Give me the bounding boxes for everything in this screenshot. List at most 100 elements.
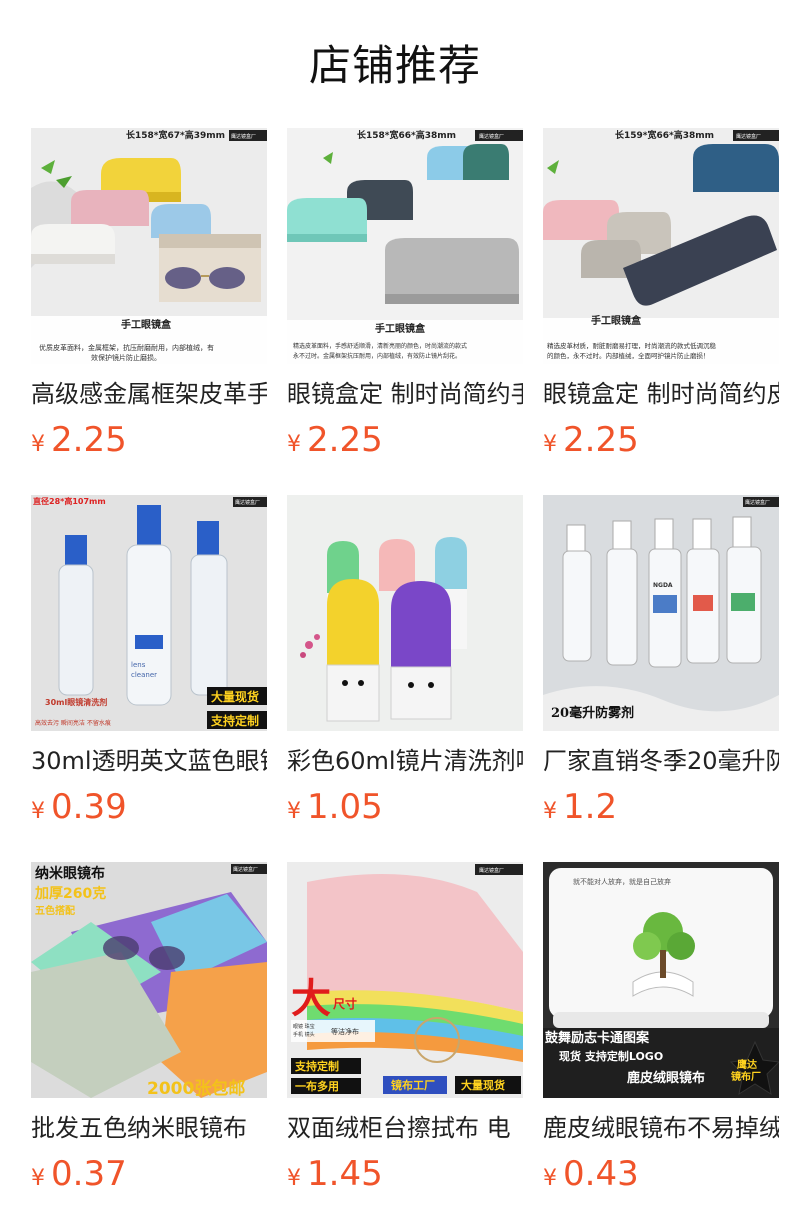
svg-text:手工眼镜盒: 手工眼镜盒: [121, 318, 172, 331]
product-name[interactable]: 厂家直销冬季20毫升防雾剂: [543, 743, 779, 779]
svg-text:鹰达镜盒厂: 鹰达镜盒厂: [736, 133, 761, 140]
price-amount: 2.25: [51, 420, 127, 460]
svg-text:效保护镜片防止磨损。: 效保护镜片防止磨损。: [91, 353, 161, 362]
product-card[interactable]: 长158*宽67*高39mm 鹰达镜盒厂 手工眼镜盒 优质皮革面料，金属框架，抗…: [31, 128, 267, 468]
product-price: ¥0.37: [31, 1152, 127, 1196]
svg-text:直径28*高107mm: 直径28*高107mm: [33, 496, 106, 506]
product-card[interactable]: 直径28*高107mm 鹰达镜盒厂 lens cleaner 30ml眼镜清洗剂…: [31, 495, 267, 835]
svg-text:鹰达镜盒厂: 鹰达镜盒厂: [479, 867, 504, 874]
product-image[interactable]: 长158*宽66*高38mm 鹰达镜盒厂 手工眼镜盒 精选皮革面料，手感舒适顺滑…: [287, 128, 523, 364]
product-price: ¥0.43: [543, 1152, 639, 1196]
currency-symbol: ¥: [31, 799, 45, 824]
product-card[interactable]: 彩色60ml镜片清洗剂喷雾瓶 ¥1.05: [287, 495, 523, 835]
svg-text:30ml眼镜清洗剂: 30ml眼镜清洗剂: [45, 697, 107, 707]
product-name[interactable]: 鹿皮绒眼镜布不易掉绒: [543, 1110, 779, 1146]
currency-symbol: ¥: [287, 432, 301, 457]
product-card[interactable]: 大 尺寸 眼镜 珠宝 手机 镜头 等洁净布 支持定制 一布多用 镜布工厂 大量现…: [287, 862, 523, 1202]
product-image[interactable]: NGDA 鹰达镜盒厂 20毫升防雾剂: [543, 495, 779, 731]
product-image[interactable]: [287, 495, 523, 731]
product-price: ¥1.45: [287, 1152, 383, 1196]
product-price: ¥2.25: [287, 418, 383, 462]
svg-text:眼镜 珠宝: 眼镜 珠宝: [293, 1023, 315, 1030]
page-title: 店铺推荐: [308, 41, 481, 90]
currency-symbol: ¥: [543, 432, 557, 457]
svg-text:精选皮革面料，手感舒适顺滑，清新亮丽的颜色，时尚潮流的款式: 精选皮革面料，手感舒适顺滑，清新亮丽的颜色，时尚潮流的款式: [293, 342, 467, 350]
price-amount: 0.39: [51, 787, 127, 827]
product-card[interactable]: 长159*宽66*高38mm 鹰达镜盒厂 手工眼镜盒 精选皮革材质，耐脏耐磨易打…: [543, 128, 779, 468]
product-name[interactable]: 30ml透明英文蓝色眼镜清洗剂: [31, 743, 267, 779]
svg-text:尺寸: 尺寸: [333, 996, 357, 1011]
price-amount: 1.05: [307, 787, 383, 827]
product-price: ¥1.05: [287, 785, 383, 829]
price-amount: 0.43: [563, 1154, 639, 1194]
svg-text:鹰达镜盒厂: 鹰达镜盒厂: [233, 866, 258, 873]
svg-text:支持定制: 支持定制: [210, 713, 259, 728]
product-name[interactable]: 双面绒柜台擦拭布 电: [287, 1110, 523, 1146]
svg-text:长158*宽66*高38mm: 长158*宽66*高38mm: [357, 129, 456, 141]
svg-text:的颜色，永不过时。内部植绒，全面呵护镜片防止磨损！: 的颜色，永不过时。内部植绒，全面呵护镜片防止磨损！: [547, 351, 710, 360]
currency-symbol: ¥: [31, 1166, 45, 1191]
product-price: ¥1.2: [543, 785, 617, 829]
product-price: ¥0.39: [31, 785, 127, 829]
price-amount: 2.25: [307, 420, 383, 460]
svg-text:长159*宽66*高38mm: 长159*宽66*高38mm: [615, 129, 714, 141]
svg-text:大量现货: 大量现货: [461, 1078, 505, 1092]
svg-text:镜布工厂: 镜布工厂: [391, 1078, 435, 1092]
product-card[interactable]: 纳米眼镜布 加厚260克 五色搭配 2000张包邮 鹰达镜盒厂 批发五色纳米眼镜…: [31, 862, 267, 1202]
product-price: ¥2.25: [31, 418, 127, 462]
currency-symbol: ¥: [31, 432, 45, 457]
svg-text:五色搭配: 五色搭配: [35, 904, 75, 917]
svg-text:高效去污 瞬间亮洁 不留水痕: 高效去污 瞬间亮洁 不留水痕: [35, 719, 111, 727]
product-name[interactable]: 高级感金属框架皮革手工眼镜盒: [31, 376, 267, 412]
svg-text:鼓舞励志卡通图案: 鼓舞励志卡通图案: [545, 1030, 650, 1046]
svg-text:镜布厂: 镜布厂: [731, 1070, 761, 1083]
svg-text:鹰达镜盒厂: 鹰达镜盒厂: [231, 133, 256, 140]
svg-text:手工眼镜盒: 手工眼镜盒: [375, 322, 426, 335]
svg-text:lens: lens: [131, 661, 146, 669]
svg-text:长158*宽67*高39mm: 长158*宽67*高39mm: [126, 129, 225, 141]
svg-text:鹿皮绒眼镜布: 鹿皮绒眼镜布: [627, 1070, 705, 1086]
svg-text:鹰达镜盒厂: 鹰达镜盒厂: [745, 499, 770, 506]
price-amount: 2.25: [563, 420, 639, 460]
price-amount: 1.2: [563, 787, 618, 827]
product-price: ¥2.25: [543, 418, 639, 462]
price-amount: 0.37: [51, 1154, 127, 1194]
svg-text:就不能对人放弃，就是自己放弃: 就不能对人放弃，就是自己放弃: [573, 877, 671, 886]
svg-text:精选皮革材质，耐脏耐磨易打理，时尚潮流的款式低调沉稳: 精选皮革材质，耐脏耐磨易打理，时尚潮流的款式低调沉稳: [547, 341, 717, 350]
svg-text:cleaner: cleaner: [131, 671, 157, 679]
svg-text:永不过时。金属框架抗压耐用，内部植绒，有效防止镜片刮花。: 永不过时。金属框架抗压耐用，内部植绒，有效防止镜片刮花。: [293, 352, 461, 360]
currency-symbol: ¥: [287, 1166, 301, 1191]
price-amount: 1.45: [307, 1154, 383, 1194]
product-image[interactable]: 长158*宽67*高39mm 鹰达镜盒厂 手工眼镜盒 优质皮革面料，金属框架，抗…: [31, 128, 267, 364]
currency-symbol: ¥: [543, 1166, 557, 1191]
svg-text:支持定制: 支持定制: [294, 1059, 339, 1073]
product-card[interactable]: 就不能对人放弃，就是自己放弃 鼓舞励志卡通图案 现货 支持定制LOGO 鹿皮绒眼…: [543, 862, 779, 1202]
currency-symbol: ¥: [287, 799, 301, 824]
svg-text:NGDA: NGDA: [653, 582, 673, 589]
svg-text:大量现货: 大量现货: [211, 689, 259, 704]
product-image[interactable]: 就不能对人放弃，就是自己放弃 鼓舞励志卡通图案 现货 支持定制LOGO 鹿皮绒眼…: [543, 862, 779, 1098]
svg-text:20毫升防雾剂: 20毫升防雾剂: [551, 705, 634, 721]
product-image[interactable]: 直径28*高107mm 鹰达镜盒厂 lens cleaner 30ml眼镜清洗剂…: [31, 495, 267, 731]
svg-text:纳米眼镜布: 纳米眼镜布: [35, 865, 105, 882]
product-card[interactable]: 长158*宽66*高38mm 鹰达镜盒厂 手工眼镜盒 精选皮革面料，手感舒适顺滑…: [287, 128, 523, 468]
svg-text:大: 大: [291, 976, 331, 1022]
svg-text:手工眼镜盒: 手工眼镜盒: [591, 314, 642, 327]
product-image[interactable]: 大 尺寸 眼镜 珠宝 手机 镜头 等洁净布 支持定制 一布多用 镜布工厂 大量现…: [287, 862, 523, 1098]
product-name[interactable]: 眼镜盒定 制时尚简约手工眼镜盒: [287, 376, 523, 412]
product-card[interactable]: NGDA 鹰达镜盒厂 20毫升防雾剂 厂家直销冬季20毫升防雾剂 ¥1.2: [543, 495, 779, 835]
svg-text:优质皮革面料，金属框架，抗压耐磨耐用，内部植绒，有: 优质皮革面料，金属框架，抗压耐磨耐用，内部植绒，有: [39, 343, 214, 352]
svg-text:现货 支持定制LOGO: 现货 支持定制LOGO: [559, 1049, 663, 1063]
svg-text:加厚260克: 加厚260克: [34, 885, 106, 902]
svg-text:一布多用: 一布多用: [295, 1079, 339, 1093]
svg-text:鹰达: 鹰达: [737, 1058, 757, 1071]
product-image[interactable]: 长159*宽66*高38mm 鹰达镜盒厂 手工眼镜盒 精选皮革材质，耐脏耐磨易打…: [543, 128, 779, 364]
product-name[interactable]: 眼镜盒定 制时尚简约皮革眼镜盒: [543, 376, 779, 412]
product-name[interactable]: 彩色60ml镜片清洗剂喷雾瓶: [287, 743, 523, 779]
svg-text:2000张包邮: 2000张包邮: [147, 1078, 245, 1098]
svg-text:手机 镜头: 手机 镜头: [293, 1031, 315, 1038]
product-image[interactable]: 纳米眼镜布 加厚260克 五色搭配 2000张包邮 鹰达镜盒厂: [31, 862, 267, 1098]
svg-text:鹰达镜盒厂: 鹰达镜盒厂: [235, 499, 260, 506]
product-name[interactable]: 批发五色纳米眼镜布: [31, 1110, 267, 1146]
svg-text:等洁净布: 等洁净布: [331, 1027, 359, 1036]
